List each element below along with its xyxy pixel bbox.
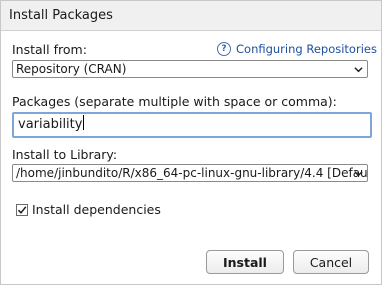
cancel-button[interactable]: Cancel bbox=[293, 250, 369, 274]
library-selected: /home/jinbundito/R/x86_64-pc-linux-gnu-l… bbox=[16, 166, 368, 180]
chevron-down-icon bbox=[354, 171, 363, 177]
install-from-select[interactable]: Repository (CRAN) bbox=[12, 60, 368, 78]
packages-input-value: variability bbox=[18, 117, 83, 132]
install-dependencies-label: Install dependencies bbox=[32, 202, 161, 217]
library-select[interactable]: /home/jinbundito/R/x86_64-pc-linux-gnu-l… bbox=[12, 164, 368, 182]
text-caret bbox=[83, 115, 85, 130]
title-bar[interactable]: Install Packages bbox=[1, 1, 381, 31]
packages-input[interactable]: variability bbox=[12, 112, 372, 138]
configuring-repositories-link[interactable]: ? Configuring Repositories bbox=[217, 42, 377, 56]
install-from-selected: Repository (CRAN) bbox=[16, 62, 127, 76]
help-icon: ? bbox=[217, 42, 231, 56]
install-dependencies-checkbox-row[interactable]: Install dependencies bbox=[16, 202, 161, 217]
packages-label: Packages (separate multiple with space o… bbox=[12, 94, 337, 109]
dialog-title: Install Packages bbox=[9, 8, 113, 23]
install-packages-dialog: Install Packages Install from: ? Configu… bbox=[0, 0, 382, 285]
install-button[interactable]: Install bbox=[206, 250, 284, 274]
install-dependencies-checkbox[interactable] bbox=[16, 203, 28, 216]
configuring-repositories-text: Configuring Repositories bbox=[236, 42, 377, 56]
install-to-library-label: Install to Library: bbox=[12, 147, 118, 162]
chevron-down-icon bbox=[354, 67, 363, 73]
checkmark-icon bbox=[17, 205, 27, 214]
install-from-label: Install from: bbox=[12, 42, 87, 57]
